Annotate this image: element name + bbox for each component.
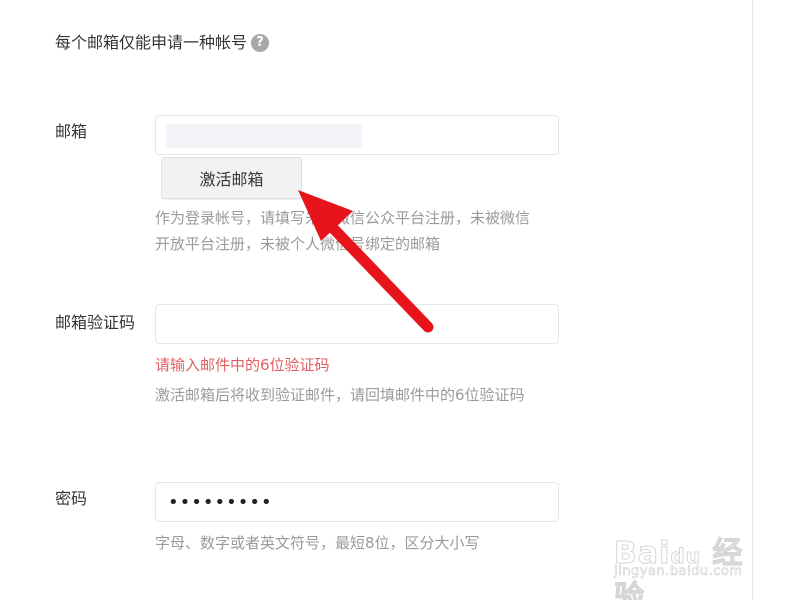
question-circle-icon[interactable]: ? — [251, 34, 270, 52]
email-code-label: 邮箱验证码 — [55, 313, 136, 332]
password-tip: 字母、数字或者英文符号，最短8位，区分大小写 — [155, 534, 480, 552]
email-code-error: 请输入邮件中的6位验证码 — [155, 356, 330, 374]
registration-form-page: 每个邮箱仅能申请一种帐号 ? 邮箱 激活邮箱 作为登录帐号，请填写未被微信公众平… — [0, 0, 800, 600]
email-tip: 作为登录帐号，请填写未被微信公众平台注册，未被微信开放平台注册，未被个人微信号绑… — [155, 209, 531, 253]
email-input-value — [166, 124, 362, 148]
watermark-url: jingyan.baidu.com — [614, 564, 743, 580]
password-value: ••••••••• — [168, 492, 273, 513]
email-code-input[interactable] — [155, 304, 559, 344]
password-input[interactable]: ••••••••• — [155, 482, 559, 522]
notice-text: 每个邮箱仅能申请一种帐号 — [55, 33, 248, 52]
right-divider — [752, 0, 753, 600]
email-code-tip: 激活邮箱后将收到验证邮件，请回填邮件中的6位验证码 — [155, 386, 525, 404]
email-input[interactable] — [155, 115, 559, 155]
activate-email-button[interactable]: 激活邮箱 — [161, 157, 302, 199]
email-label: 邮箱 — [55, 122, 88, 141]
notice-line: 每个邮箱仅能申请一种帐号 ? — [55, 32, 270, 54]
password-label: 密码 — [55, 489, 88, 508]
baidu-jingyan-watermark: Baidu 经验 jingyan.baidu.com — [614, 520, 764, 600]
